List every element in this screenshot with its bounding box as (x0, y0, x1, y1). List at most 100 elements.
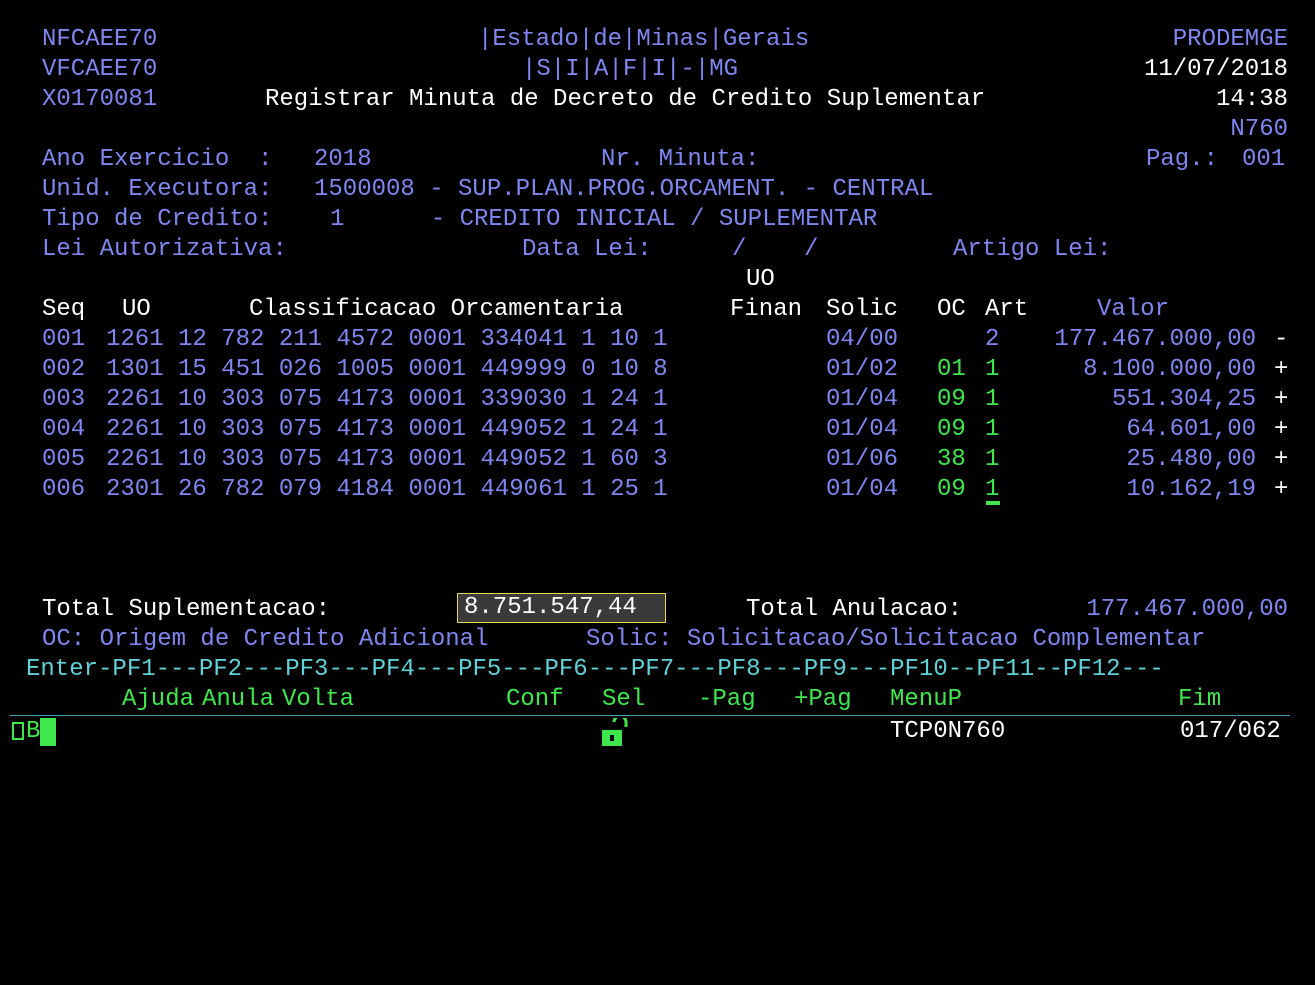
row-seq: 003 (42, 386, 86, 413)
row-classificacao: 2261 10 303 075 4173 0001 449052 1 60 3 (106, 446, 668, 473)
row-oc[interactable]: 09 (937, 415, 966, 445)
column-header-uo: UO (122, 296, 151, 323)
total-suplementacao-value: 8.751.547,44 (457, 593, 666, 623)
pag-label: Pag.: (1146, 146, 1219, 173)
row-classificacao: 2261 10 303 075 4173 0001 339030 1 24 1 (106, 386, 668, 413)
row-solic: 01/06 (826, 446, 899, 473)
column-header-uo-top: UO (746, 266, 775, 293)
unlock-icon (600, 714, 630, 748)
column-header-seq: Seq (42, 296, 86, 323)
text-cursor (986, 501, 1000, 505)
row-solic: 01/04 (826, 386, 899, 413)
page-title: Registrar Minuta de Decreto de Credito S… (265, 86, 986, 113)
form-row-lei: Lei Autorizativa: Data Lei: / / Artigo L… (0, 235, 1315, 265)
row-valor: 10.162,19 (1126, 476, 1256, 503)
header-row-1: NFCAEE70 |Estado|de|Minas|Gerais PRODEMG… (0, 25, 1315, 55)
table-header-top: UO (0, 265, 1315, 295)
column-header-solic: Solic (826, 296, 899, 323)
session-letter: B (26, 718, 41, 745)
pf9-menu-button[interactable]: MenuP (890, 685, 962, 715)
unid-label: Unid. Executora: (42, 176, 273, 203)
cursor-position: 017/062 (1180, 718, 1281, 745)
pf1-ajuda-button[interactable]: Ajuda (122, 685, 194, 715)
session-icon (12, 722, 24, 740)
row-solic: 04/00 (826, 326, 899, 353)
row-seq: 001 (42, 326, 86, 353)
total-anulacao-value: 177.467.000,00 (1086, 596, 1288, 623)
form-row-ano: Ano Exercicio : 2018 Nr. Minuta: Pag.: 0… (0, 145, 1315, 175)
row-oc[interactable]: 09 (937, 475, 966, 505)
row-seq: 005 (42, 446, 86, 473)
row-classificacao: 2301 26 782 079 4184 0001 449061 1 25 1 (106, 476, 668, 503)
function-key-labels-row: Ajuda Anula Volta Conf Sel -Pag +Pag Men… (0, 685, 1315, 715)
pf8-next-page-button[interactable]: +Pag (794, 685, 852, 715)
row-valor: 8.100.000,00 (1083, 356, 1256, 383)
ano-label: Ano Exercicio : (42, 146, 273, 173)
unid-value[interactable]: 1500008 - SUP.PLAN.PROG.ORCAMENT. - CENT… (314, 175, 933, 205)
row-art[interactable]: 2 (985, 325, 999, 355)
table-row[interactable]: 002 1301 15 451 026 1005 0001 449999 0 1… (0, 355, 1315, 385)
row-oc[interactable]: 01 (937, 355, 966, 385)
row-classificacao: 2261 10 303 075 4173 0001 449052 1 24 1 (106, 416, 668, 443)
row-oc[interactable]: 38 (937, 445, 966, 475)
row-sign: + (1274, 356, 1289, 383)
header-row-4: N760 (0, 115, 1315, 145)
table-row[interactable]: 006 2301 26 782 079 4184 0001 449061 1 2… (0, 475, 1315, 505)
row-seq: 006 (42, 476, 86, 503)
pf6-sel-button[interactable]: Sel (602, 685, 645, 715)
tipo-value[interactable]: 1 - CREDITO INICIAL / SUPLEMENTAR (330, 205, 877, 235)
form-row-tipo: Tipo de Credito: 1 - CREDITO INICIAL / S… (0, 205, 1315, 235)
pf5-conf-button[interactable]: Conf (506, 685, 564, 715)
pf3-volta-button[interactable]: Volta (282, 685, 354, 715)
row-oc[interactable]: 09 (937, 385, 966, 415)
legend-oc: OC: Origem de Credito Adicional (42, 626, 489, 653)
row-solic: 01/04 (826, 416, 899, 443)
table-row[interactable]: 001 1261 12 782 211 4572 0001 334041 1 1… (0, 325, 1315, 355)
row-classificacao: 1301 15 451 026 1005 0001 449999 0 10 8 (106, 356, 668, 383)
pag-value: 001 (1242, 146, 1286, 173)
row-seq: 004 (42, 416, 86, 443)
column-header-valor: Valor (1097, 296, 1170, 323)
lei-label: Lei Autorizativa: (42, 236, 287, 263)
status-bar: B TCP0N760 017/062 (0, 714, 1315, 750)
row-valor: 177.467.000,00 (1054, 326, 1256, 353)
ano-value[interactable]: 2018 (314, 145, 372, 175)
header-row-2: VFCAEE70 |S|I|A|F|I|-|MG 11/07/2018 (0, 55, 1315, 85)
table-row[interactable]: 004 2261 10 303 075 4173 0001 449052 1 2… (0, 415, 1315, 445)
terminal-id: TCP0N760 (890, 718, 1006, 745)
table-row[interactable]: 005 2261 10 303 075 4173 0001 449052 1 6… (0, 445, 1315, 475)
pf7-prev-page-button[interactable]: -Pag (698, 685, 756, 715)
tipo-label: Tipo de Credito: (42, 206, 273, 233)
artigo-label: Artigo Lei: (953, 236, 1112, 263)
totals-row: Total Suplementacao: 8.751.547,44 Total … (0, 593, 1315, 625)
data-lei-value[interactable]: / / (732, 235, 818, 265)
pf12-fim-button[interactable]: Fim (1178, 685, 1221, 715)
row-solic: 01/04 (826, 476, 899, 503)
row-solic: 01/02 (826, 356, 899, 383)
row-art[interactable]: 1 (985, 385, 999, 415)
row-art[interactable]: 1 (985, 445, 999, 475)
current-time: 14:38 (1215, 86, 1288, 113)
row-sign: + (1274, 416, 1289, 443)
system-title: |S|I|A|F|I|-|MG (522, 56, 739, 83)
column-header-oc: OC (937, 296, 966, 323)
screen-id: VFCAEE70 (42, 56, 158, 83)
row-art[interactable]: 1 (985, 355, 999, 385)
minuta-label: Nr. Minuta: (601, 146, 760, 173)
pf2-anula-button[interactable]: Anula (202, 685, 274, 715)
row-art[interactable]: 1 (985, 415, 999, 445)
row-sign: + (1274, 476, 1289, 503)
legend-row: OC: Origem de Credito Adicional Solic: S… (0, 625, 1315, 655)
transaction-id: X0170081 (42, 86, 158, 113)
row-valor: 64.601,00 (1126, 416, 1256, 443)
row-sign: - (1274, 326, 1289, 353)
form-row-unid: Unid. Executora: 1500008 - SUP.PLAN.PROG… (0, 175, 1315, 205)
cursor-block (40, 718, 56, 746)
function-keys-row: Enter-PF1---PF2---PF3---PF4---PF5---PF6-… (0, 655, 1315, 685)
program-id: NFCAEE70 (42, 26, 158, 53)
table-row[interactable]: 003 2261 10 303 075 4173 0001 339030 1 2… (0, 385, 1315, 415)
row-sign: + (1274, 386, 1289, 413)
row-valor: 551.304,25 (1111, 386, 1256, 413)
column-header-classificacao: Classificacao Orcamentaria (249, 296, 624, 323)
state-title: |Estado|de|Minas|Gerais (478, 26, 810, 53)
